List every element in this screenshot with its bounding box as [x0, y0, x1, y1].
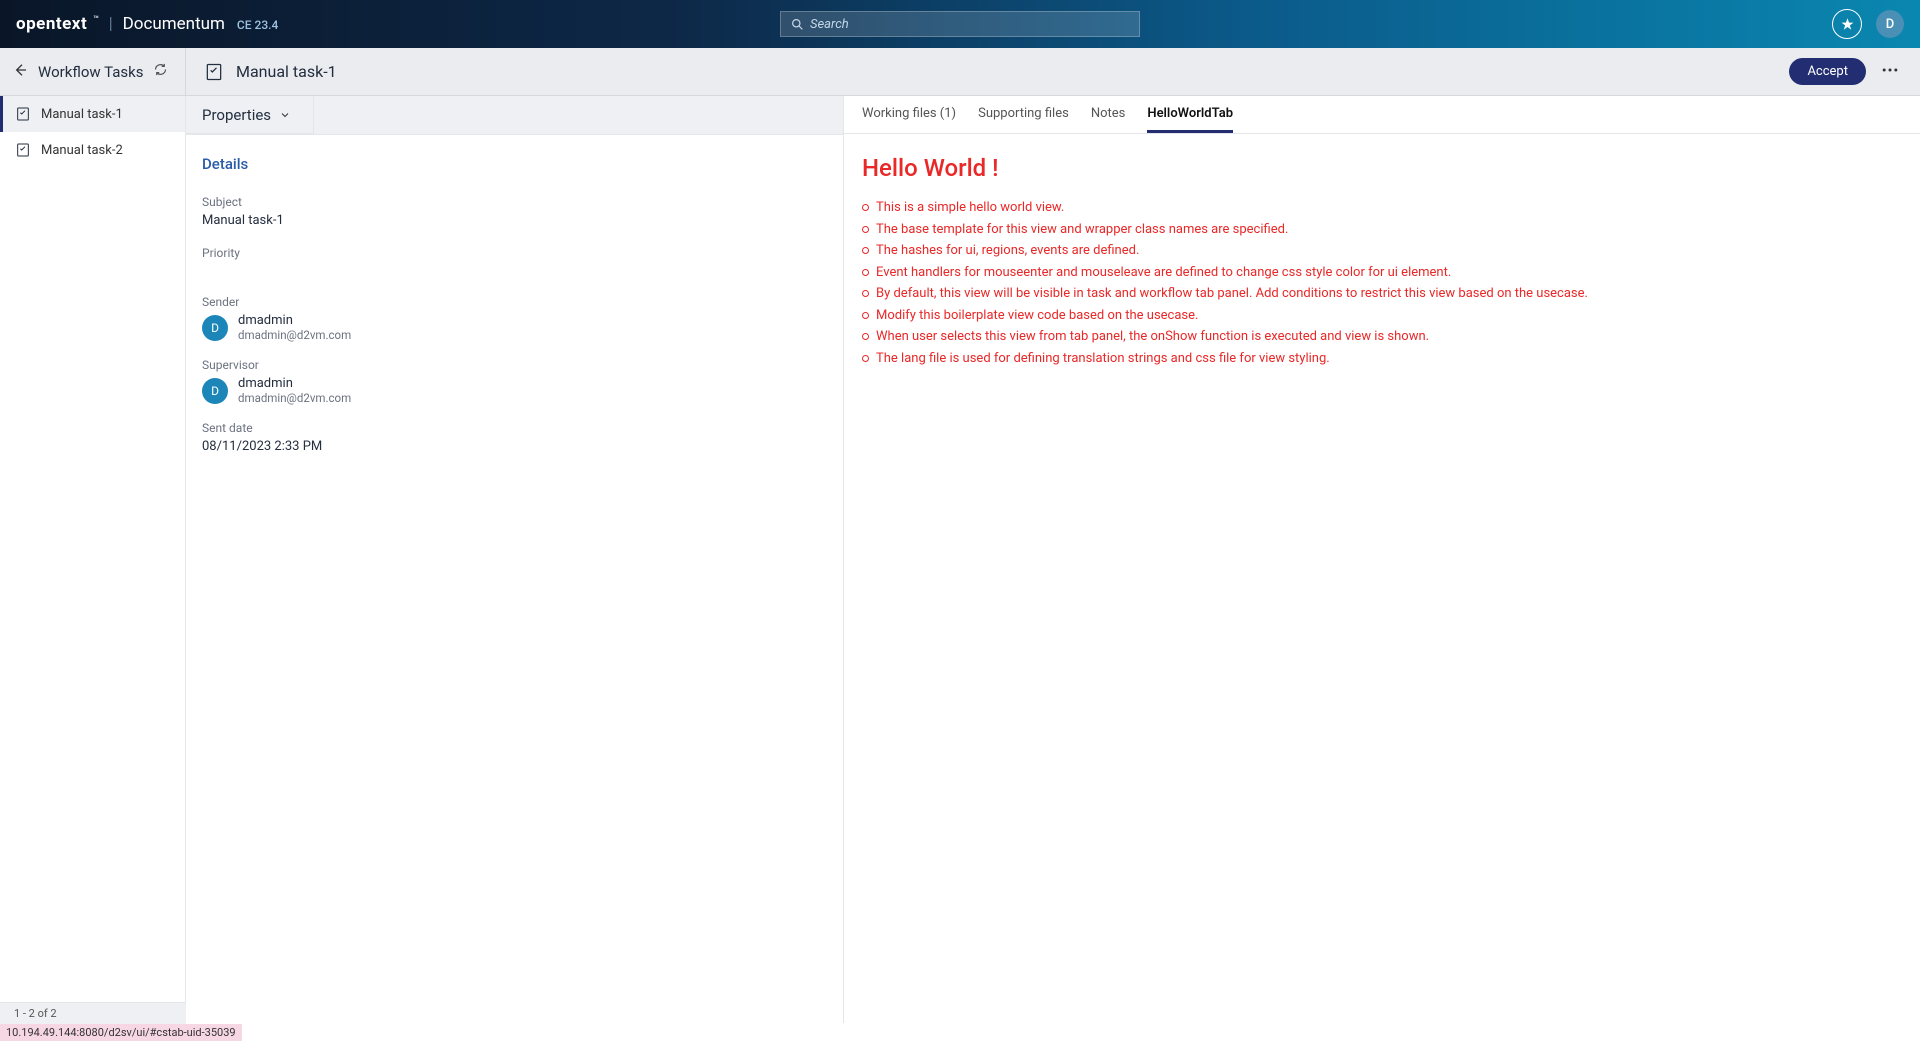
sender-name: dmadmin — [238, 313, 351, 328]
favorites-button[interactable] — [1832, 9, 1862, 39]
hello-bullet: The base template for this view and wrap… — [862, 220, 1902, 240]
tabs-bar: Working files (1) Supporting files Notes… — [844, 96, 1920, 134]
priority-value — [202, 264, 827, 277]
details-heading: Details — [202, 155, 827, 173]
brand-opentext: opentext — [16, 14, 87, 34]
sender-row: D dmadmin dmadmin@d2vm.com — [202, 313, 827, 342]
properties-panel: Properties Details Subject Manual task-1… — [186, 96, 844, 1023]
hello-bullet: When user selects this view from tab pan… — [862, 327, 1902, 347]
hello-bullet: Event handlers for mouseenter and mousel… — [862, 263, 1902, 283]
chevron-down-icon — [279, 109, 291, 121]
supervisor-avatar: D — [202, 378, 228, 404]
task-icon — [15, 142, 31, 158]
star-icon — [1840, 17, 1855, 32]
subheader: Workflow Tasks Manual task-1 Accept — [0, 48, 1920, 96]
page-title: Manual task-1 — [236, 62, 337, 81]
list-title: Workflow Tasks — [38, 63, 143, 81]
user-avatar[interactable]: D — [1876, 10, 1904, 38]
tab-working-files[interactable]: Working files (1) — [862, 96, 956, 133]
footer: 1 - 2 of 2 10.194.49.144:8080/d2sv/ui/#c… — [0, 1002, 1920, 1041]
hello-bullet: The lang file is used for defining trans… — [862, 349, 1902, 369]
back-button[interactable] — [12, 62, 28, 82]
brand-documentum: Documentum — [123, 14, 225, 34]
subheader-middle: Manual task-1 — [186, 62, 1789, 82]
more-actions-button[interactable] — [1880, 60, 1900, 84]
subheader-left: Workflow Tasks — [0, 48, 186, 95]
search-placeholder: Search — [810, 17, 849, 32]
task-icon — [204, 62, 224, 82]
properties-dropdown[interactable]: Properties — [186, 96, 314, 134]
accept-button[interactable]: Accept — [1789, 58, 1866, 85]
search-input[interactable]: Search — [780, 11, 1140, 37]
refresh-button[interactable] — [153, 62, 168, 81]
tabs-panel: Working files (1) Supporting files Notes… — [844, 96, 1920, 1023]
sender-label: Sender — [202, 295, 827, 309]
sent-date-value: 08/11/2023 2:33 PM — [202, 439, 827, 454]
supervisor-email: dmadmin@d2vm.com — [238, 391, 351, 405]
hello-bullet: Modify this boilerplate view code based … — [862, 306, 1902, 326]
tab-content: Hello World ! This is a simple hello wor… — [844, 134, 1920, 390]
status-url: 10.194.49.144:8080/d2sv/ui/#cstab-uid-35… — [0, 1024, 242, 1041]
priority-label: Priority — [202, 246, 827, 260]
sent-date-label: Sent date — [202, 421, 827, 435]
brand-logo: opentext ™ | Documentum CE 23.4 — [16, 14, 278, 34]
subject-label: Subject — [202, 195, 827, 209]
hello-list: This is a simple hello world view. The b… — [862, 198, 1902, 368]
task-icon — [15, 106, 31, 122]
task-list-item[interactable]: Manual task-1 — [0, 96, 185, 132]
brand-version: CE 23.4 — [237, 18, 278, 32]
hello-bullet: This is a simple hello world view. — [862, 198, 1902, 218]
subheader-right: Accept — [1789, 58, 1920, 85]
refresh-icon — [153, 62, 168, 77]
brand-separator: | — [109, 14, 113, 34]
more-horizontal-icon — [1880, 60, 1900, 80]
tab-notes[interactable]: Notes — [1091, 96, 1126, 133]
hello-bullet: By default, this view will be visible in… — [862, 284, 1902, 304]
hello-bullet: The hashes for ui, regions, events are d… — [862, 241, 1902, 261]
sender-avatar: D — [202, 315, 228, 341]
arrow-left-icon — [12, 62, 28, 78]
search-icon — [791, 18, 804, 31]
task-list-sidebar: Manual task-1 Manual task-2 — [0, 96, 186, 1023]
task-list-item-label: Manual task-1 — [41, 107, 123, 122]
tab-helloworld[interactable]: HelloWorldTab — [1147, 96, 1233, 133]
supervisor-label: Supervisor — [202, 358, 827, 372]
supervisor-name: dmadmin — [238, 376, 351, 391]
sender-email: dmadmin@d2vm.com — [238, 328, 351, 342]
properties-label: Properties — [202, 106, 271, 124]
properties-body: Details Subject Manual task-1 Priority S… — [186, 135, 843, 492]
task-list-item-label: Manual task-2 — [41, 143, 123, 158]
supervisor-row: D dmadmin dmadmin@d2vm.com — [202, 376, 827, 405]
task-list-item[interactable]: Manual task-2 — [0, 132, 185, 168]
hello-title: Hello World ! — [862, 154, 1902, 182]
subject-value: Manual task-1 — [202, 213, 827, 228]
user-initial: D — [1886, 17, 1895, 32]
brand-tm: ™ — [93, 15, 99, 25]
pagination-count: 1 - 2 of 2 — [0, 1002, 186, 1024]
top-header: opentext ™ | Documentum CE 23.4 Search D — [0, 0, 1920, 48]
main-content: Manual task-1 Manual task-2 Properties D… — [0, 96, 1920, 1023]
header-right: D — [1832, 9, 1904, 39]
tab-supporting-files[interactable]: Supporting files — [978, 96, 1069, 133]
